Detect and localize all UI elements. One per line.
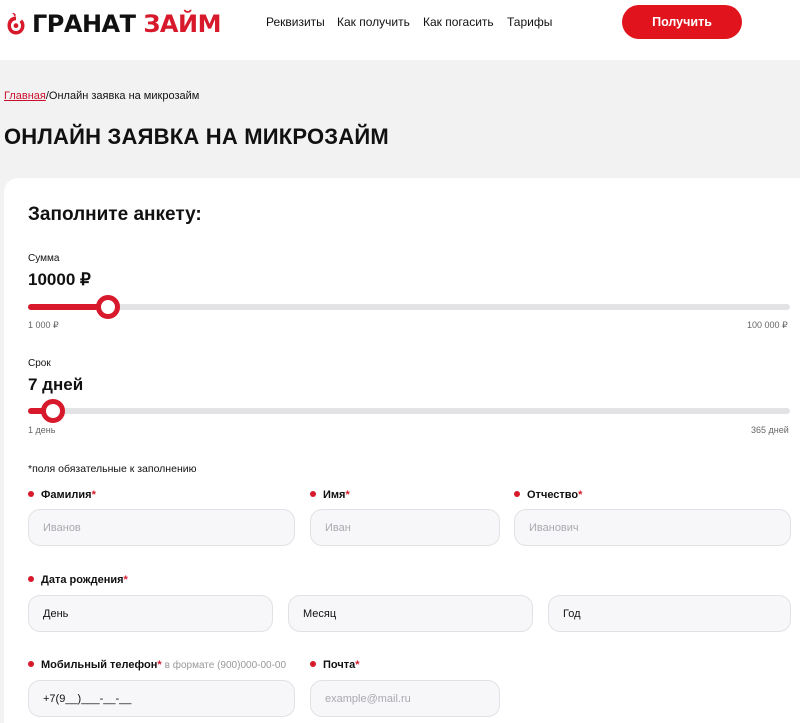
logo[interactable]: ГРАНАТ ЗАЙМ — [6, 10, 221, 38]
required-dot-icon — [28, 576, 34, 582]
phone-input[interactable]: +7(9__)___-__-__ — [28, 680, 295, 717]
amount-slider[interactable] — [28, 295, 790, 319]
required-dot-icon — [310, 491, 316, 497]
surname-label-text: Фамилия — [41, 489, 92, 501]
name-input[interactable]: Иван — [310, 509, 500, 546]
email-input[interactable]: example@mail.ru — [310, 680, 500, 717]
birth-month-select[interactable]: Месяц — [288, 595, 533, 632]
surname-label: Фамилия* — [28, 489, 96, 501]
breadcrumb: Главная/Онлайн заявка на микрозайм — [4, 90, 199, 102]
patronymic-label: Отчество* — [514, 489, 582, 501]
application-form-card — [4, 178, 800, 723]
site-header: ГРАНАТ ЗАЙМ Реквизиты Как получить Как п… — [0, 0, 800, 60]
required-star: * — [157, 659, 162, 671]
patronymic-input[interactable]: Иванович — [514, 509, 791, 546]
phone-label-text: Мобильный телефон — [41, 659, 158, 671]
breadcrumb-home-link[interactable]: Главная — [4, 90, 46, 102]
birth-year-select[interactable]: Год — [548, 595, 791, 632]
name-label: Имя* — [310, 489, 350, 501]
term-slider-handle[interactable] — [41, 399, 65, 423]
logo-word-1: ГРАНАТ — [32, 10, 136, 38]
nav-link-how-to-get[interactable]: Как получить — [337, 15, 410, 29]
amount-min: 1 000 ₽ — [28, 320, 59, 330]
email-label: Почта* — [310, 659, 360, 671]
pomegranate-logo-icon — [7, 12, 25, 35]
birthdate-label-text: Дата рождения — [41, 574, 124, 586]
nav-link-requisites[interactable]: Реквизиты — [266, 15, 325, 29]
email-label-text: Почта — [323, 659, 356, 671]
required-dot-icon — [310, 661, 316, 667]
surname-input[interactable]: Иванов — [28, 509, 295, 546]
birth-day-select[interactable]: День — [28, 595, 273, 632]
amount-value: 10000 ₽ — [28, 270, 91, 289]
required-star: * — [123, 574, 128, 586]
required-star: * — [345, 489, 350, 501]
breadcrumb-current: /Онлайн заявка на микрозайм — [45, 90, 200, 102]
term-min: 1 день — [28, 425, 56, 435]
required-dot-icon — [28, 661, 34, 667]
required-dot-icon — [514, 491, 520, 497]
required-dot-icon — [28, 491, 34, 497]
term-slider[interactable] — [28, 399, 790, 423]
form-title: Заполните анкету: — [28, 204, 202, 225]
patronymic-label-text: Отчество — [527, 489, 579, 501]
amount-slider-handle[interactable] — [96, 295, 120, 319]
required-star: * — [91, 489, 96, 501]
name-label-text: Имя — [323, 489, 346, 501]
phone-label: Мобильный телефон* в формате (900)000-00-… — [28, 659, 286, 671]
required-star: * — [578, 489, 583, 501]
required-star: * — [355, 659, 360, 671]
amount-label: Сумма — [28, 253, 60, 264]
birthdate-label: Дата рождения* — [28, 574, 128, 586]
nav-link-how-to-repay[interactable]: Как погасить — [423, 15, 494, 29]
required-fields-note: *поля обязательные к заполнению — [28, 463, 197, 475]
term-value: 7 дней — [28, 375, 84, 394]
term-max: 365 дней — [751, 425, 789, 435]
amount-max: 100 000 ₽ — [747, 320, 788, 330]
phone-format-hint: в формате (900)000-00-00 — [164, 660, 287, 671]
page-title: ОНЛАЙН ЗАЯВКА НА МИКРОЗАЙМ — [4, 124, 389, 149]
term-label: Срок — [28, 358, 51, 369]
logo-text: ГРАНАТ ЗАЙМ — [32, 10, 221, 38]
logo-word-2: ЗАЙМ — [143, 10, 221, 38]
nav-link-tariffs[interactable]: Тарифы — [507, 15, 552, 29]
get-loan-button[interactable]: Получить — [622, 5, 742, 39]
